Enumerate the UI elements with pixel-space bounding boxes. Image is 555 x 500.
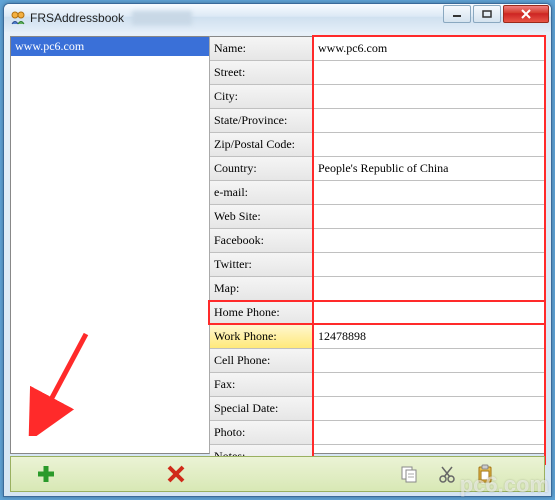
field-label[interactable]: State/Province:	[210, 109, 314, 132]
x-icon	[166, 464, 186, 484]
field-value[interactable]	[314, 373, 544, 396]
cut-button[interactable]	[428, 457, 466, 491]
field-label[interactable]: Cell Phone:	[210, 349, 314, 372]
field-label[interactable]: City:	[210, 85, 314, 108]
detail-pane: Name:www.pc6.comStreet:City:State/Provin…	[210, 36, 545, 454]
field-value[interactable]	[314, 277, 544, 300]
field-label[interactable]: Home Phone:	[210, 301, 314, 324]
delete-button[interactable]	[141, 457, 211, 491]
copy-button[interactable]	[390, 457, 428, 491]
titlebar[interactable]: FRSAddressbook	[4, 4, 551, 32]
field-value[interactable]	[314, 85, 544, 108]
field-value[interactable]	[314, 349, 544, 372]
field-row: City:	[210, 85, 544, 109]
field-label[interactable]: e-mail:	[210, 181, 314, 204]
plus-icon	[35, 463, 57, 485]
field-value[interactable]: 12478898	[314, 325, 544, 348]
window-title: FRSAddressbook	[30, 11, 124, 25]
field-row: Special Date:	[210, 397, 544, 421]
field-value[interactable]	[314, 253, 544, 276]
field-label[interactable]: Work Phone:	[210, 325, 314, 348]
close-button[interactable]	[503, 5, 549, 23]
field-row: Fax:	[210, 373, 544, 397]
field-label[interactable]: Web Site:	[210, 205, 314, 228]
field-row: State/Province:	[210, 109, 544, 133]
field-row: Cell Phone:	[210, 349, 544, 373]
field-row: Twitter:	[210, 253, 544, 277]
field-value[interactable]	[314, 421, 544, 444]
field-value[interactable]	[314, 397, 544, 420]
field-value[interactable]	[314, 61, 544, 84]
field-label[interactable]: Map:	[210, 277, 314, 300]
field-row: Zip/Postal Code:	[210, 133, 544, 157]
minimize-button[interactable]	[443, 5, 471, 23]
field-value[interactable]: People's Republic of China	[314, 157, 544, 180]
field-row: Facebook:	[210, 229, 544, 253]
field-row: Street:	[210, 61, 544, 85]
field-label[interactable]: Facebook:	[210, 229, 314, 252]
field-label[interactable]: Country:	[210, 157, 314, 180]
field-row: e-mail:	[210, 181, 544, 205]
field-label[interactable]: Twitter:	[210, 253, 314, 276]
field-value[interactable]	[314, 229, 544, 252]
copy-icon	[399, 464, 419, 484]
field-row: Web Site:	[210, 205, 544, 229]
field-row: Name:www.pc6.com	[210, 37, 544, 61]
field-value[interactable]	[314, 205, 544, 228]
field-row: Photo:	[210, 421, 544, 445]
field-row: Home Phone:	[210, 301, 544, 325]
field-label[interactable]: Zip/Postal Code:	[210, 133, 314, 156]
field-value[interactable]	[314, 109, 544, 132]
field-value[interactable]	[314, 181, 544, 204]
field-value[interactable]	[314, 133, 544, 156]
field-value[interactable]: www.pc6.com	[314, 37, 544, 60]
field-row: Country:People's Republic of China	[210, 157, 544, 181]
field-row: Work Phone:12478898	[210, 325, 544, 349]
paste-button[interactable]	[466, 457, 504, 491]
field-label[interactable]: Name:	[210, 37, 314, 60]
content-area: www.pc6.com Name:www.pc6.comStreet:City:…	[10, 36, 545, 454]
field-label[interactable]: Photo:	[210, 421, 314, 444]
app-icon	[10, 10, 26, 26]
contacts-list[interactable]: www.pc6.com	[10, 36, 210, 454]
title-blur	[132, 11, 192, 25]
field-label[interactable]: Special Date:	[210, 397, 314, 420]
window-controls	[441, 5, 549, 23]
add-button[interactable]	[11, 457, 81, 491]
field-label[interactable]: Street:	[210, 61, 314, 84]
app-window: FRSAddressbook www.pc6.com Name:www.pc6.…	[3, 3, 552, 497]
scissors-icon	[437, 464, 457, 484]
field-label[interactable]: Fax:	[210, 373, 314, 396]
field-value[interactable]	[314, 301, 544, 324]
toolbar	[10, 456, 545, 492]
field-row: Map:	[210, 277, 544, 301]
maximize-button[interactable]	[473, 5, 501, 23]
clipboard-icon	[475, 464, 495, 484]
list-item[interactable]: www.pc6.com	[11, 37, 209, 56]
